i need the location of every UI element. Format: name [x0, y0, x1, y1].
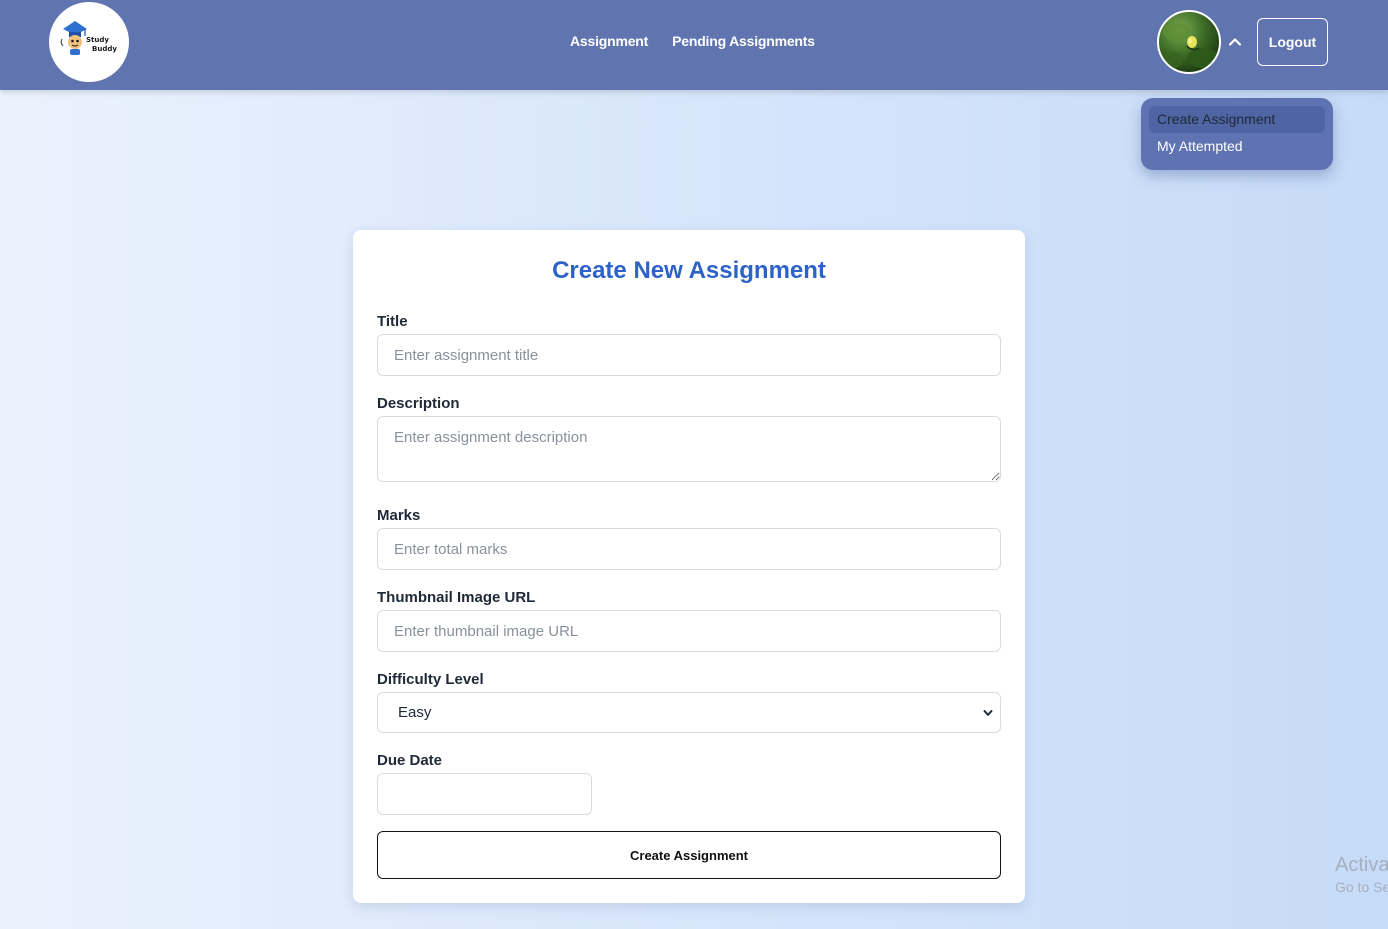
due-date-picker[interactable]: [377, 773, 592, 815]
nav-links: Assignment Pending Assignments: [570, 33, 815, 49]
nav-link-assignment[interactable]: Assignment: [570, 33, 648, 49]
user-dropdown-menu: Create Assignment My Attempted: [1141, 98, 1333, 170]
watermark-line1: Activa: [1335, 854, 1388, 876]
thumbnail-url-input[interactable]: [377, 610, 1001, 652]
description-textarea[interactable]: [377, 416, 1001, 482]
user-avatar[interactable]: [1157, 10, 1221, 74]
menu-item-my-attempted[interactable]: My Attempted: [1149, 133, 1325, 160]
logo-text-line1: Study: [86, 36, 109, 44]
marks-input[interactable]: [377, 528, 1001, 570]
create-assignment-button[interactable]: Create Assignment: [377, 831, 1001, 879]
navbar: Study Buddy Assignment Pending Assignmen…: [0, 0, 1388, 90]
due-date-label: Due Date: [377, 752, 443, 769]
title-label: Title: [377, 313, 408, 330]
menu-item-create-assignment[interactable]: Create Assignment: [1149, 106, 1325, 133]
difficulty-select[interactable]: Easy: [377, 692, 1001, 733]
study-buddy-logo[interactable]: Study Buddy: [49, 2, 129, 82]
nav-link-pending-assignments[interactable]: Pending Assignments: [672, 33, 815, 49]
difficulty-selected-value: Easy: [398, 704, 432, 721]
windows-activation-watermark: Activa Go to Se: [1335, 853, 1388, 897]
difficulty-label: Difficulty Level: [377, 671, 484, 688]
thumbnail-label: Thumbnail Image URL: [377, 589, 536, 606]
marks-label: Marks: [377, 507, 421, 524]
chevron-down-icon: [983, 710, 993, 716]
chevron-up-icon[interactable]: [1227, 34, 1243, 50]
logout-button[interactable]: Logout: [1257, 18, 1328, 66]
title-input[interactable]: [377, 334, 1001, 376]
description-label: Description: [377, 395, 460, 412]
page-title: Create New Assignment: [552, 257, 826, 284]
avatar-photo: [1163, 23, 1219, 68]
watermark-line2: Go to Se: [1335, 879, 1388, 895]
create-assignment-card: Create New Assignment Title Description …: [353, 230, 1025, 903]
logo-text-line2: Buddy: [92, 45, 117, 53]
